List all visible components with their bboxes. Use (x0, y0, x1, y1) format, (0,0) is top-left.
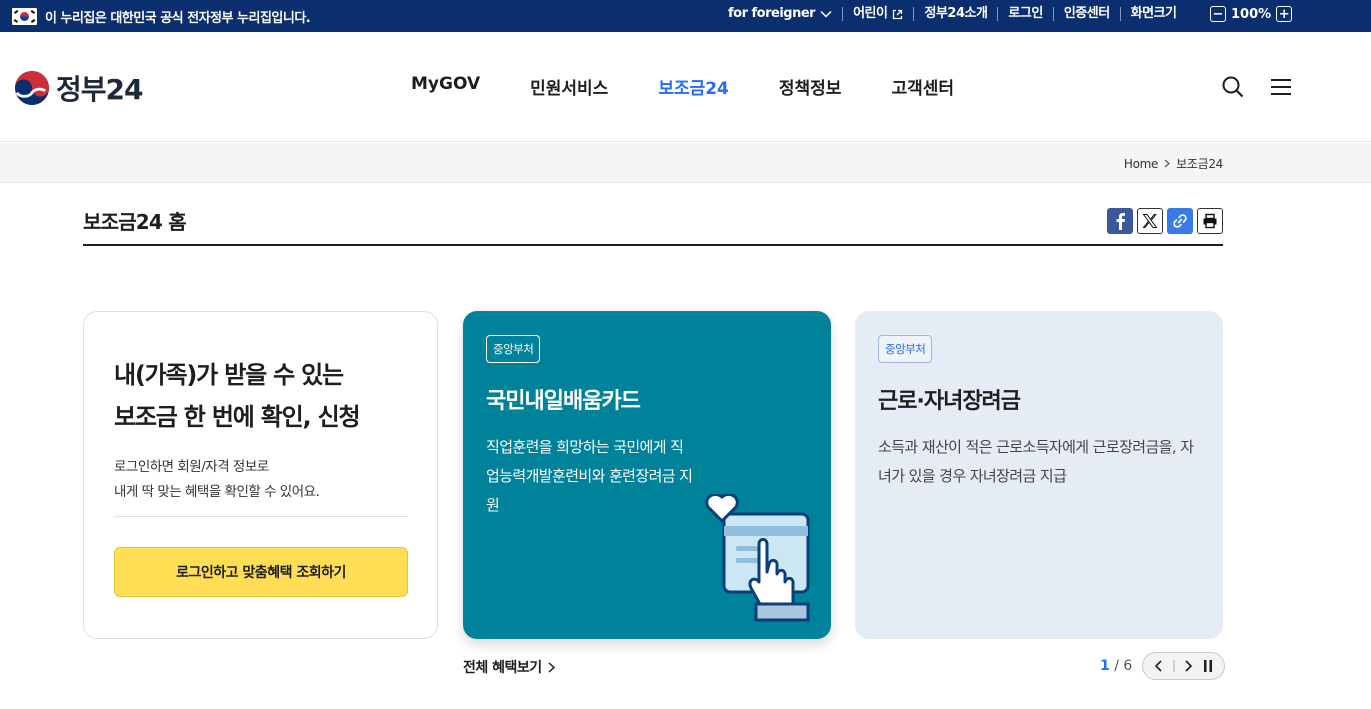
gov-banner: 이 누리집은 대한민국 공식 전자정부 누리집입니다. for foreigne… (0, 0, 1371, 32)
site-header: 정부24 MyGOV 민원서비스 보조금24 정책정보 고객센터 (0, 32, 1371, 142)
nav-subsidy24[interactable]: 보조금24 (658, 74, 729, 99)
gov-notice-text: 이 누리집은 대한민국 공식 전자정부 누리집입니다. (45, 11, 311, 26)
nav-policy[interactable]: 정책정보 (779, 74, 842, 99)
card-description: 직업훈련을 희망하는 국민에게 직업능력개발훈련비와 훈련장려금 지원 (486, 438, 693, 514)
card-title: 국민내일배움카드 (486, 389, 641, 414)
x-logo-icon (1142, 214, 1158, 228)
x-share-button[interactable] (1137, 208, 1163, 234)
nav-civil-service[interactable]: 민원서비스 (530, 74, 608, 99)
screen-size-label: 화면크기 (1130, 6, 1177, 21)
chevron-down-icon (820, 10, 832, 18)
featured-card-naeil-card[interactable]: 중앙부처 국민내일배움카드 직업훈련을 희망하는 국민에게 직업능력개발훈련비와… (463, 311, 831, 639)
page-title-bar: 보조금24 홈 (83, 204, 1223, 246)
divider-icon (1173, 660, 1175, 672)
card-title: 근로·자녀장려금 (878, 389, 1021, 414)
facebook-share-button[interactable] (1107, 208, 1133, 234)
carousel-pager: 1 / 6 (1100, 652, 1226, 680)
zoom-out-button[interactable]: − (1210, 6, 1226, 22)
external-link-icon (893, 9, 903, 19)
featured-card-earned-income-credit[interactable]: 중앙부처 근로·자녀장려금 소득과 재산이 적은 근로소득자에게 근로장려금을,… (855, 311, 1223, 639)
printer-icon (1203, 213, 1217, 229)
login-benefit-card: 내(가족)가 받을 수 있는 보조금 한 번에 확인, 신청 로그인하면 회원/… (83, 311, 438, 639)
header-actions (1222, 76, 1292, 98)
chevron-right-icon (1164, 159, 1171, 168)
nav-mygov[interactable]: MyGOV (411, 74, 480, 99)
carousel-controls (1142, 652, 1226, 680)
login-link[interactable]: 로그인 (998, 7, 1054, 21)
chevron-right-icon (548, 661, 555, 673)
main-nav: MyGOV 민원서비스 보조금24 정책정보 고객센터 (411, 74, 1004, 99)
hamburger-menu-icon[interactable] (1270, 78, 1292, 96)
login-custom-benefit-button[interactable]: 로그인하고 맞춤혜택 조회하기 (114, 547, 408, 597)
breadcrumb-bar: Home 보조금24 (0, 143, 1371, 183)
nav-customer-center[interactable]: 고객센터 (891, 74, 954, 99)
page-indicator: 1 / 6 (1100, 658, 1133, 674)
for-foreigner-link[interactable]: for foreigner (718, 7, 844, 21)
pause-icon[interactable] (1203, 660, 1213, 672)
print-button[interactable] (1197, 208, 1223, 234)
login-card-description: 로그인하면 회원/자격 정보로 내게 딱 맞는 혜택을 확인할 수 있어요. (114, 459, 320, 500)
search-icon[interactable] (1222, 76, 1244, 98)
link-icon (1173, 214, 1187, 228)
breadcrumb-current: 보조금24 (1176, 157, 1223, 171)
kids-link[interactable]: 어린이 (843, 7, 915, 21)
zoom-level: 100% (1231, 6, 1272, 22)
card-tap-illustration-icon (705, 494, 810, 622)
next-slide-button[interactable] (1185, 660, 1193, 672)
zoom-control: − 100% + (1210, 6, 1293, 22)
login-card-heading: 내(가족)가 받을 수 있는 보조금 한 번에 확인, 신청 (114, 361, 361, 431)
site-logo[interactable]: 정부24 (14, 68, 143, 108)
korea-flag-icon (12, 8, 37, 25)
share-buttons (1107, 208, 1223, 234)
copy-link-button[interactable] (1167, 208, 1193, 234)
taeguk-logo-icon (14, 70, 50, 106)
zoom-in-button[interactable]: + (1276, 6, 1293, 22)
divider (114, 516, 408, 517)
utility-menu: for foreigner 어린이 정부24소개 로그인 인증센터 화면크기 (718, 7, 1187, 21)
facebook-icon (1116, 213, 1125, 230)
page-title: 보조금24 홈 (83, 210, 187, 234)
logo-text: 정부24 (56, 73, 143, 106)
cert-center-link[interactable]: 인증센터 (1054, 7, 1121, 21)
about-link[interactable]: 정부24소개 (914, 7, 999, 21)
prev-slide-button[interactable] (1154, 660, 1162, 672)
gov-notice: 이 누리집은 대한민국 공식 전자정부 누리집입니다. (12, 7, 311, 26)
breadcrumb-home[interactable]: Home (1124, 157, 1159, 171)
card-description: 소득과 재산이 적은 근로소득자에게 근로장려금을, 자녀가 있을 경우 자녀장… (878, 438, 1194, 485)
card-tag: 중앙부처 (486, 335, 541, 363)
breadcrumb: Home 보조금24 (1124, 155, 1223, 172)
view-all-benefits-link[interactable]: 전체 혜택보기 (463, 657, 555, 677)
card-tag: 중앙부처 (878, 335, 933, 363)
